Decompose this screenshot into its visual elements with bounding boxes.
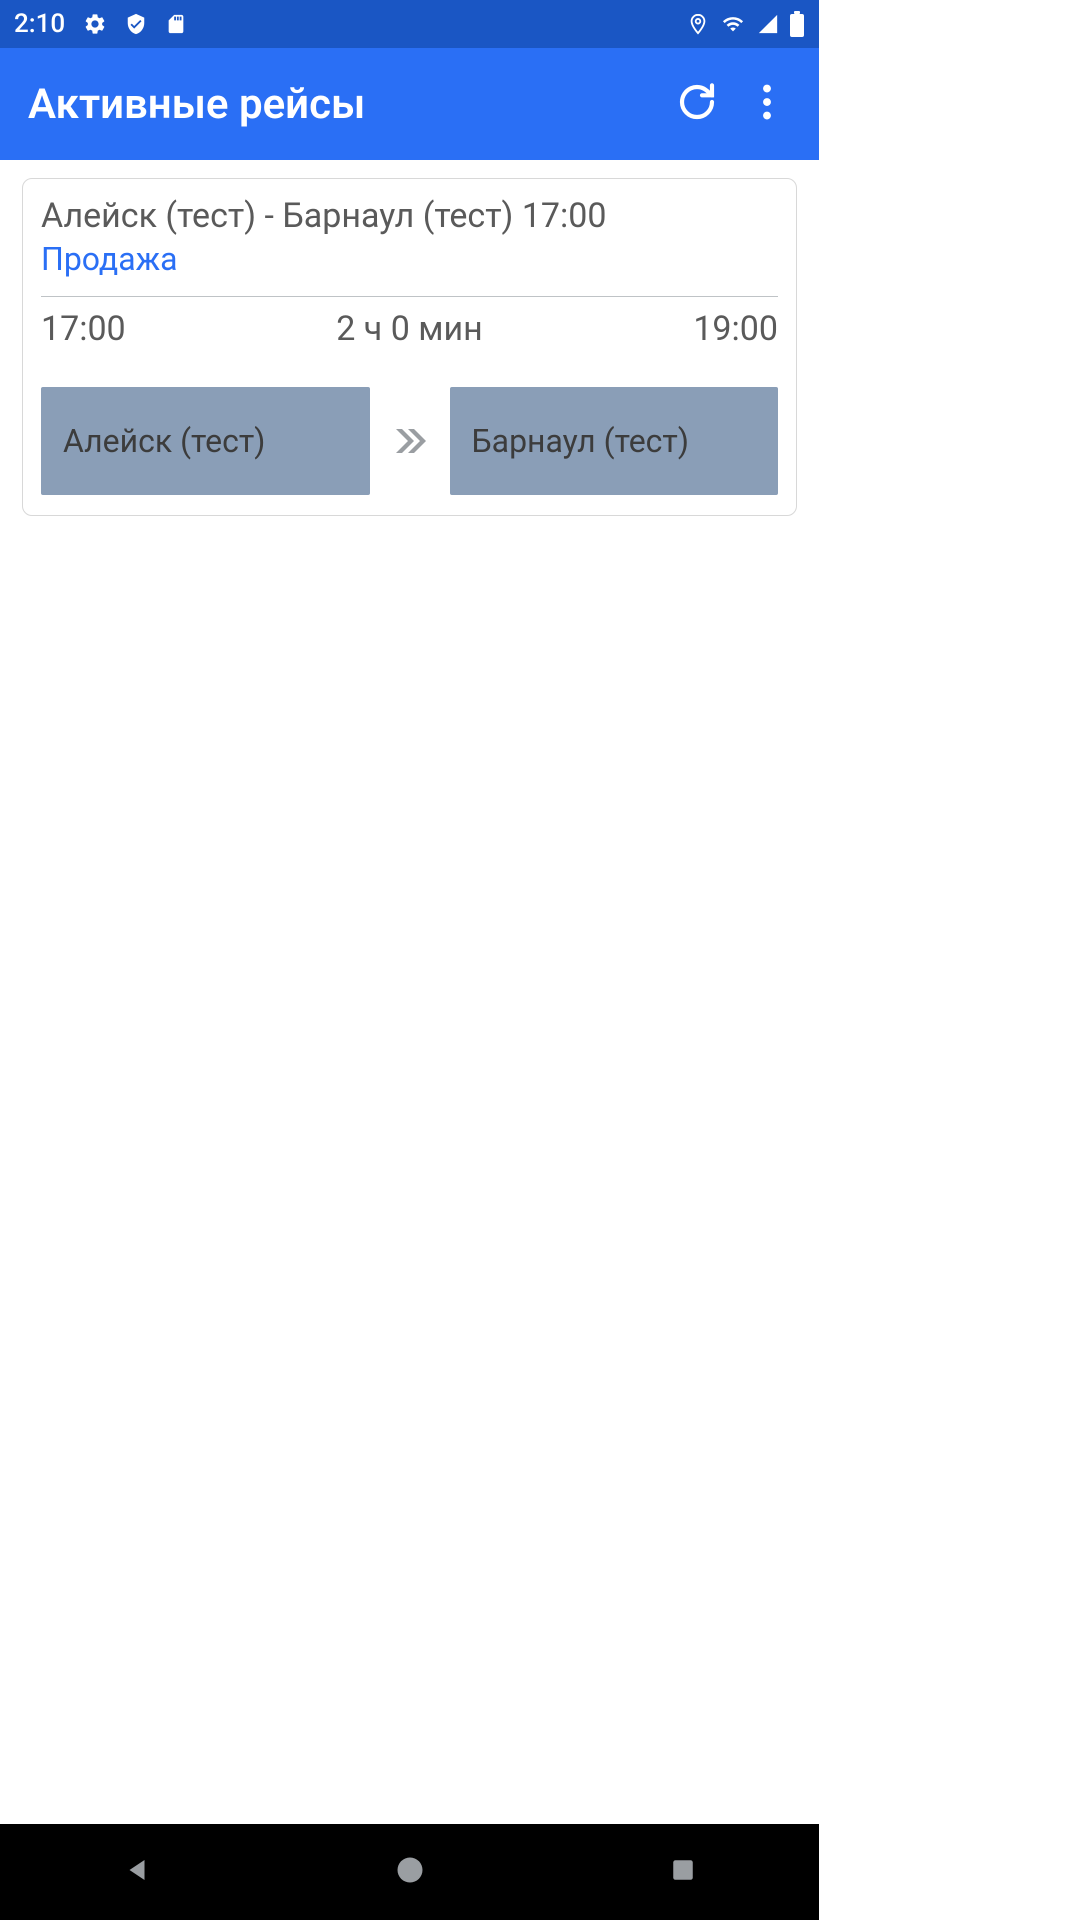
recent-button[interactable] [663, 1852, 703, 1892]
navigation-bar [0, 1824, 819, 1920]
divider [41, 296, 778, 297]
station-from-label: Алейск (тест) [63, 422, 265, 460]
location-icon [687, 13, 709, 35]
status-right [687, 11, 805, 37]
back-button[interactable] [117, 1852, 157, 1892]
sd-card-icon [165, 13, 187, 35]
route-title: Алейск (тест) - Барнаул (тест) 17:00 [41, 195, 778, 238]
refresh-icon [677, 82, 717, 126]
square-icon [670, 1857, 696, 1887]
route-card[interactable]: Алейск (тест) - Барнаул (тест) 17:00 Про… [22, 178, 797, 516]
station-from-box[interactable]: Алейск (тест) [41, 387, 370, 495]
duration: 2 ч 0 мин [336, 309, 482, 349]
station-to-box[interactable]: Барнаул (тест) [450, 387, 779, 495]
battery-icon [789, 11, 805, 37]
route-status: Продажа [41, 240, 778, 278]
time-row: 17:00 2 ч 0 мин 19:00 [41, 309, 778, 349]
app-bar: Активные рейсы [0, 48, 819, 160]
arrow-right-icon [384, 421, 436, 461]
station-to-label: Барнаул (тест) [472, 422, 689, 460]
more-button[interactable] [743, 80, 791, 128]
content-area: Алейск (тест) - Барнаул (тест) 17:00 Про… [0, 160, 819, 534]
depart-time: 17:00 [41, 309, 126, 349]
status-bar: 2:10 [0, 0, 819, 48]
wifi-icon [719, 13, 747, 35]
shield-icon [125, 13, 147, 35]
more-vertical-icon [762, 84, 772, 124]
status-time: 2:10 [14, 9, 65, 39]
circle-icon [395, 1855, 425, 1889]
page-title: Активные рейсы [28, 80, 651, 129]
status-left: 2:10 [14, 9, 187, 39]
refresh-button[interactable] [673, 80, 721, 128]
triangle-left-icon [122, 1855, 152, 1889]
arrive-time: 19:00 [693, 309, 778, 349]
stations-row: Алейск (тест) Барнаул (тест) [41, 387, 778, 495]
settings-icon [83, 12, 107, 36]
signal-icon [757, 13, 779, 35]
home-button[interactable] [390, 1852, 430, 1892]
